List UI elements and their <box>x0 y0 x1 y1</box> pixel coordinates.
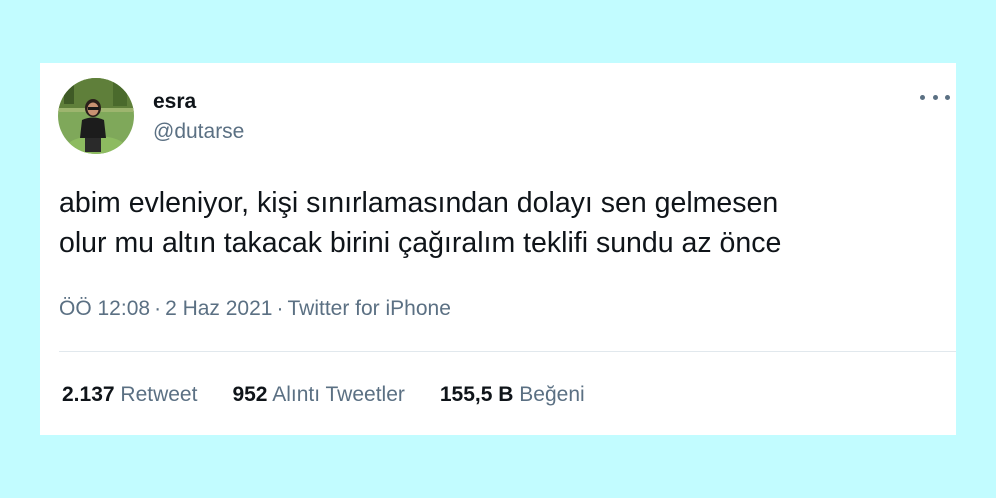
more-horizontal-icon-dot <box>945 94 950 100</box>
quote-count: 952 <box>232 383 268 406</box>
like-stat[interactable]: 155,5 B Beğeni <box>440 382 585 408</box>
tweet-time[interactable]: ÖÖ 12:08 <box>59 297 150 320</box>
retweet-label: Retweet <box>120 383 198 406</box>
avatar-photo <box>58 78 134 154</box>
tweet-meta: ÖÖ 12:08 · 2 Haz 2021 · Twitter for iPhone <box>59 296 451 322</box>
more-options-button[interactable] <box>920 87 950 107</box>
more-horizontal-icon <box>920 94 925 100</box>
tweet-source[interactable]: Twitter for iPhone <box>287 297 450 320</box>
tweet-text: abim evleniyor, kişi sınırlamasından dol… <box>59 187 782 259</box>
meta-separator: · <box>154 297 162 320</box>
more-horizontal-icon-dot <box>932 94 938 100</box>
tweet-card: esra @dutarse abim evleniyor, kişi sınır… <box>40 63 956 435</box>
retweet-stat[interactable]: 2.137 Retweet <box>62 382 197 408</box>
quote-label: Alıntı Tweetler <box>272 383 405 406</box>
quote-stat[interactable]: 952 Alıntı Tweetler <box>232 382 404 408</box>
tweet-date[interactable]: 2 Haz 2021 <box>165 297 272 320</box>
retweet-count: 2.137 <box>62 383 115 406</box>
user-handle[interactable]: @dutarse <box>153 120 244 144</box>
like-label: Beğeni <box>519 383 585 406</box>
divider <box>59 351 956 352</box>
display-name[interactable]: esra <box>153 90 196 114</box>
meta-separator: · <box>276 297 284 320</box>
tweet-stats: 2.137 Retweet 952 Alıntı Tweetler 155,5 … <box>62 382 620 408</box>
avatar[interactable] <box>58 78 134 154</box>
like-count: 155,5 B <box>439 383 514 406</box>
